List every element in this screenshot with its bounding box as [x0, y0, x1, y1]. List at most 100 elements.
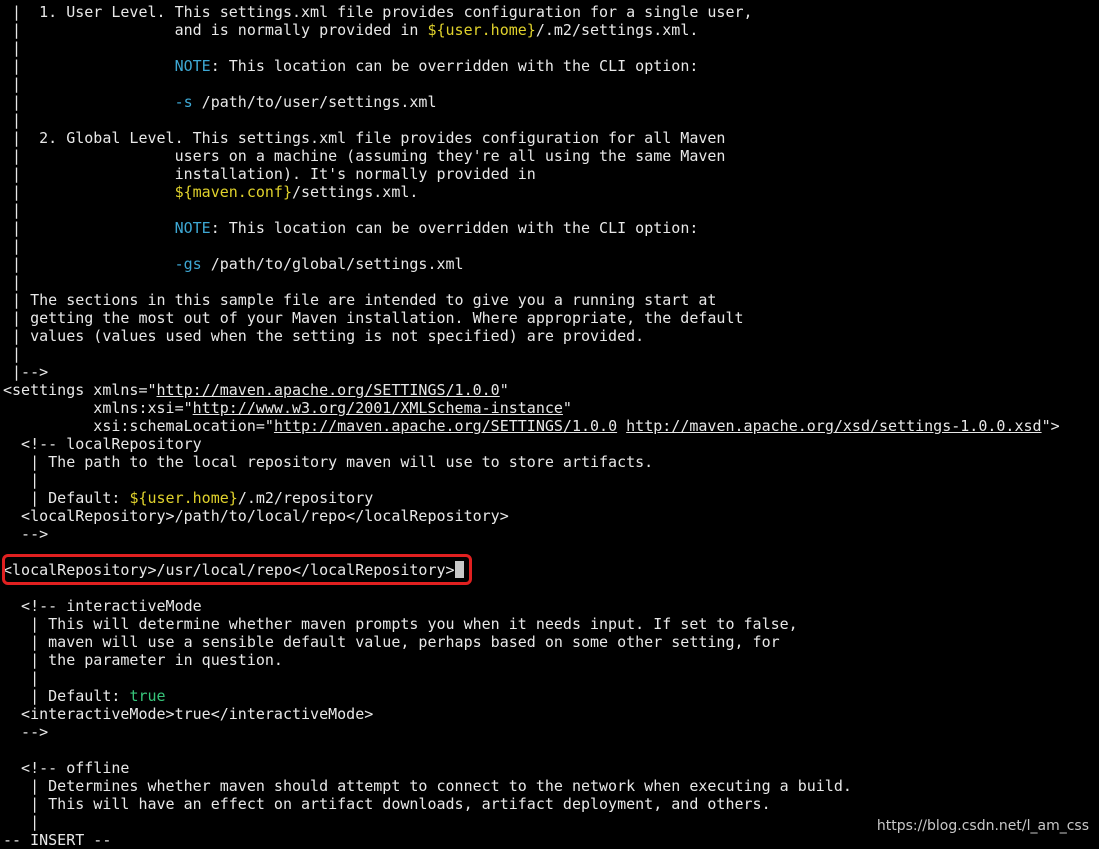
terminal-line: xsi:schemaLocation="http://maven.apache.…	[3, 417, 1059, 435]
terminal-line: <localRepository>/usr/local/repo</localR…	[3, 561, 1060, 579]
text-segment: | 1. User Level. This settings.xml file …	[3, 3, 753, 21]
text-segment: | The path to the local repository maven…	[3, 453, 654, 471]
terminal-line: <!-- localRepository	[3, 435, 1060, 453]
keyword-segment: -gs	[174, 255, 202, 273]
terminal-line: |	[3, 201, 1060, 219]
variable-segment: ${user.home}	[427, 21, 536, 39]
terminal-line: |	[3, 669, 1060, 687]
terminal-line: | This will have an effect on artifact d…	[3, 795, 1060, 813]
terminal-line: | NOTE: This location can be overridden …	[3, 219, 1060, 237]
variable-segment: ${maven.conf}	[174, 183, 292, 201]
text-segment: |	[3, 93, 175, 111]
text-segment: "	[562, 399, 572, 417]
text-segment: /.m2/repository	[237, 489, 374, 507]
terminal-line: |	[3, 345, 1060, 363]
text-segment: | getting the most out of your Maven ins…	[3, 309, 744, 327]
text-segment: |	[3, 255, 175, 273]
text-segment: | The sections in this sample file are i…	[3, 291, 717, 309]
text-segment: | This will have an effect on artifact d…	[3, 795, 771, 813]
terminal-line: |	[3, 471, 1060, 489]
terminal-line: |	[3, 39, 1060, 57]
text-segment: xmlns:xsi="	[3, 399, 193, 417]
terminal-line: | and is normally provided in ${user.hom…	[3, 21, 1060, 39]
terminal-line: | NOTE: This location can be overridden …	[3, 57, 1060, 75]
text-segment: |	[3, 39, 22, 57]
text-segment: |	[3, 471, 40, 489]
boolean-segment: true	[129, 687, 166, 705]
text-segment: <!-- offline	[3, 759, 130, 777]
terminal-line: | This will determine whether maven prom…	[3, 615, 1060, 633]
text-segment: |	[3, 219, 175, 237]
text-segment: |	[3, 111, 22, 129]
terminal-line: | values (values used when the setting i…	[3, 327, 1060, 345]
text-segment: /.m2/settings.xml.	[535, 21, 699, 39]
terminal-line: | The sections in this sample file are i…	[3, 291, 1060, 309]
terminal-line: | users on a machine (assuming they're a…	[3, 147, 1060, 165]
terminal-line: | getting the most out of your Maven ins…	[3, 309, 1060, 327]
url-link[interactable]: http://www.w3.org/2001/XMLSchema-instanc…	[193, 399, 563, 417]
text-segment: /path/to/global/settings.xml	[201, 255, 464, 273]
watermark: https://blog.csdn.net/l_am_css	[876, 818, 1089, 834]
text-segment: <interactiveMode>true</interactiveMode>	[3, 705, 374, 723]
text-segment: | installation). It's normally provided …	[3, 165, 536, 183]
text-segment: | This will determine whether maven prom…	[3, 615, 798, 633]
text-segment: |	[3, 57, 175, 75]
terminal-line: | -s /path/to/user/settings.xml	[3, 93, 1060, 111]
vim-mode-line: -- INSERT --	[3, 831, 112, 849]
text-segment: <localRepository>/usr/local/repo</localR…	[3, 561, 455, 579]
terminal-line: | 2. Global Level. This settings.xml fil…	[3, 129, 1060, 147]
terminal-line: -->	[3, 525, 1060, 543]
terminal-line: | 1. User Level. This settings.xml file …	[3, 3, 1060, 21]
text-segment: -->	[3, 525, 49, 543]
terminal-line: | ${maven.conf}/settings.xml.	[3, 183, 1060, 201]
terminal-line: <!-- interactiveMode	[3, 597, 1060, 615]
text-segment: |	[3, 183, 175, 201]
text-segment: |	[3, 273, 22, 291]
text-segment: |	[3, 669, 40, 687]
terminal-line: | Default: ${user.home}/.m2/repository	[3, 489, 1060, 507]
url-link[interactable]: http://maven.apache.org/xsd/settings-1.0…	[626, 417, 1041, 435]
terminal-line: | the parameter in question.	[3, 651, 1060, 669]
terminal-line: -->	[3, 723, 1060, 741]
text-segment: | 2. Global Level. This settings.xml fil…	[3, 129, 726, 147]
text-segment: |	[3, 75, 22, 93]
text-cursor	[454, 561, 464, 578]
terminal-line: | -gs /path/to/global/settings.xml	[3, 255, 1060, 273]
text-segment: <settings xmlns="	[3, 381, 157, 399]
terminal-line: <settings xmlns="http://maven.apache.org…	[3, 381, 1060, 399]
url-link[interactable]: http://maven.apache.org/SETTINGS/1.0.0	[274, 417, 617, 435]
terminal-line: | Default: true	[3, 687, 1060, 705]
text-segment: | Default:	[3, 687, 130, 705]
terminal-line: <!-- offline	[3, 759, 1060, 777]
text-segment: <!-- interactiveMode	[3, 597, 202, 615]
keyword-segment: -s	[174, 93, 193, 111]
text-segment: <!-- localRepository	[3, 435, 202, 453]
text-segment: xsi:schemaLocation="	[3, 417, 274, 435]
terminal-line: | maven will use a sensible default valu…	[3, 633, 1060, 651]
terminal-line: | Determines whether maven should attemp…	[3, 777, 1060, 795]
text-segment: |	[3, 813, 40, 831]
text-segment: "	[499, 381, 509, 399]
text-segment: |	[3, 201, 22, 219]
text-segment: | maven will use a sensible default valu…	[3, 633, 780, 651]
text-segment: | users on a machine (assuming they're a…	[3, 147, 726, 165]
text-segment: | the parameter in question.	[3, 651, 283, 669]
terminal-line: |	[3, 273, 1060, 291]
text-segment: : This location can be overridden with t…	[210, 57, 699, 75]
text-segment: /settings.xml.	[292, 183, 419, 201]
terminal-line: |-->	[3, 363, 1060, 381]
keyword-segment: NOTE	[174, 219, 211, 237]
text-segment: | Default:	[3, 489, 130, 507]
terminal-line: |	[3, 237, 1060, 255]
url-link[interactable]: http://maven.apache.org/SETTINGS/1.0.0	[157, 381, 500, 399]
terminal-line: | The path to the local repository maven…	[3, 453, 1060, 471]
text-segment: | and is normally provided in	[3, 21, 428, 39]
text-segment: <localRepository>/path/to/local/repo</lo…	[3, 507, 509, 525]
keyword-segment: NOTE	[174, 57, 211, 75]
text-segment: /path/to/user/settings.xml	[192, 93, 437, 111]
text-segment: | values (values used when the setting i…	[3, 327, 645, 345]
terminal-text-area[interactable]: | 1. User Level. This settings.xml file …	[3, 3, 1060, 831]
text-segment: |	[3, 345, 22, 363]
